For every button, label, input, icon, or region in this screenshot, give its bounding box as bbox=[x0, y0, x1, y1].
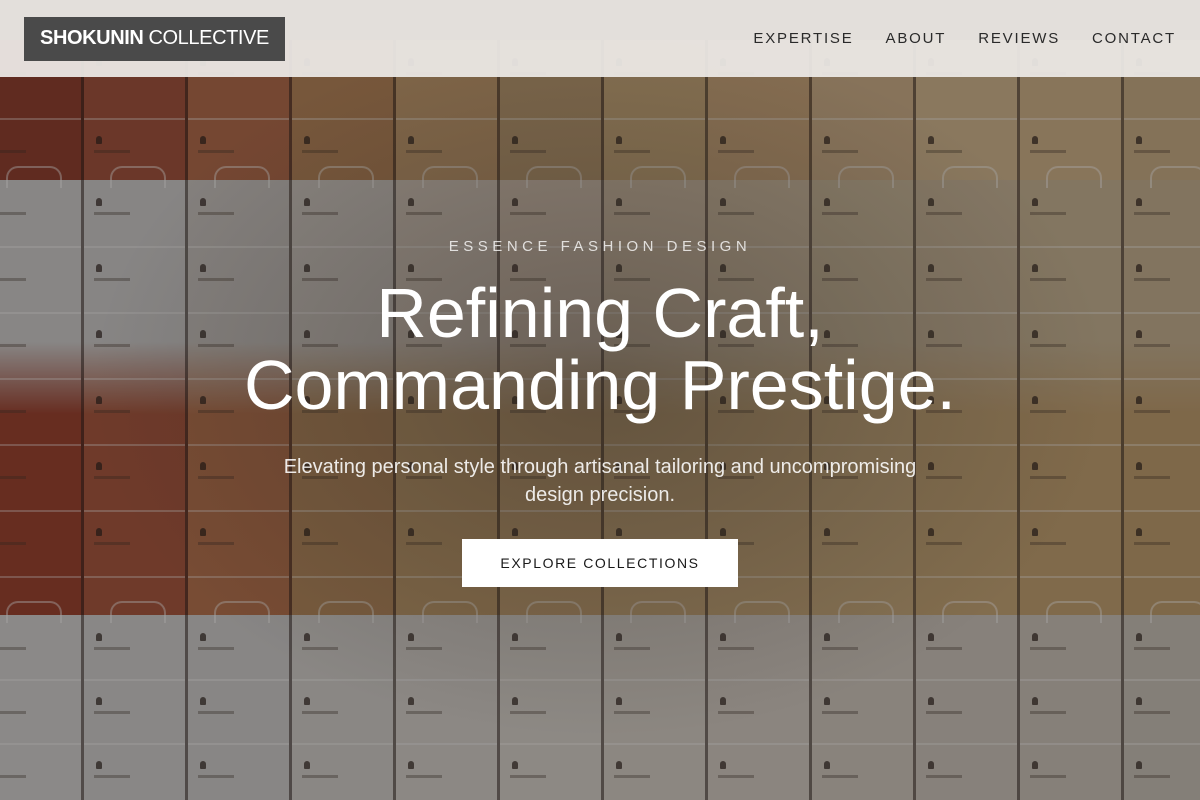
explore-collections-button[interactable]: EXPLORE COLLECTIONS bbox=[462, 539, 738, 587]
landing-page: SHOKUNIN COLLECTIVE EXPERTISE ABOUT REVI… bbox=[0, 0, 1200, 800]
logo-text-light: COLLECTIVE bbox=[148, 27, 269, 49]
nav-link-about[interactable]: ABOUT bbox=[886, 30, 947, 47]
nav-link-expertise[interactable]: EXPERTISE bbox=[753, 30, 853, 47]
logo-text-bold: SHOKUNIN bbox=[40, 27, 144, 49]
nav-link-reviews[interactable]: REVIEWS bbox=[978, 30, 1060, 47]
site-header: SHOKUNIN COLLECTIVE EXPERTISE ABOUT REVI… bbox=[0, 0, 1200, 77]
hero-headline: Refining Craft, Commanding Prestige. bbox=[0, 277, 1200, 421]
main-nav: EXPERTISE ABOUT REVIEWS CONTACT bbox=[753, 30, 1176, 47]
hero-section: ESSENCE FASHION DESIGN Refining Craft, C… bbox=[0, 230, 1200, 587]
hero-headline-line-1: Refining Craft, bbox=[376, 274, 824, 352]
hero-headline-line-2: Commanding Prestige. bbox=[244, 346, 956, 424]
nav-link-contact[interactable]: CONTACT bbox=[1092, 30, 1176, 47]
brand-logo[interactable]: SHOKUNIN COLLECTIVE bbox=[24, 16, 285, 61]
hero-subtext: Elevating personal style through artisan… bbox=[283, 456, 917, 506]
hero-eyebrow: ESSENCE FASHION DESIGN bbox=[448, 238, 752, 255]
